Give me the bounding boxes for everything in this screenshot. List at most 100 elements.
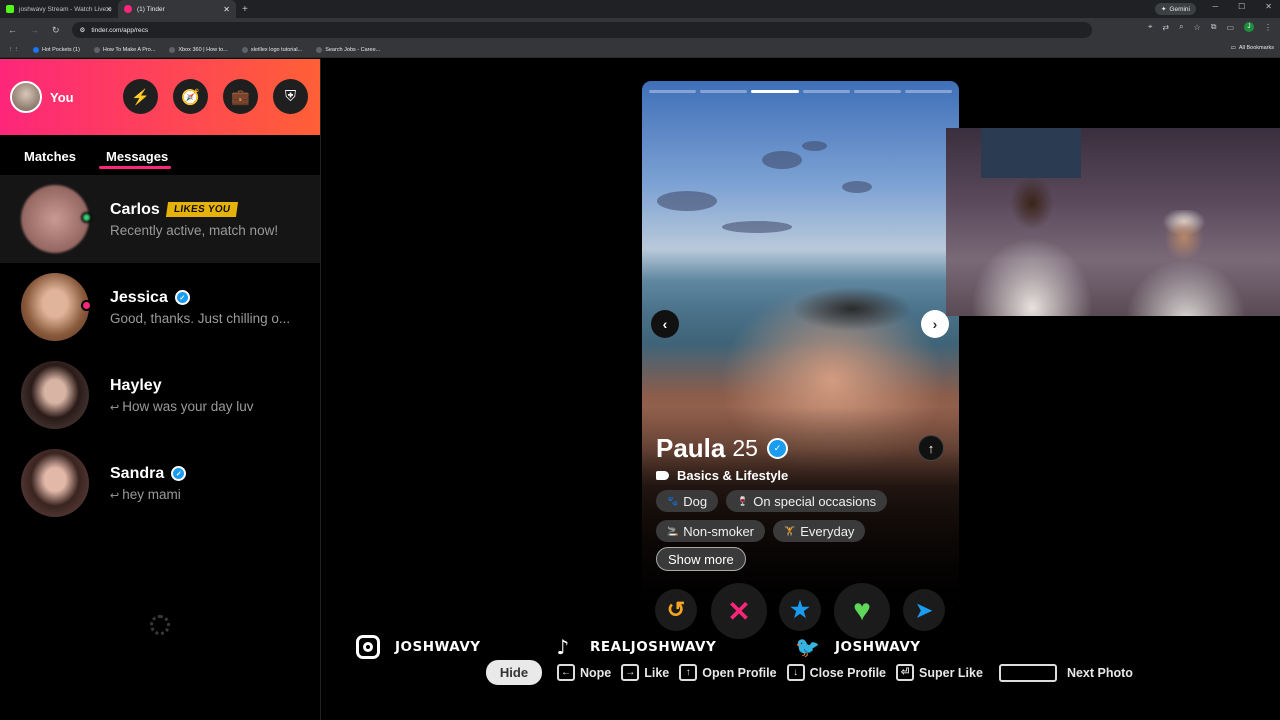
close-tab-icon[interactable]: ✕ [223,5,230,14]
conversation-sandra[interactable]: Sandra ✓ ↩ hey mami [0,439,320,527]
space-key-icon [998,663,1057,682]
instagram-icon [355,634,381,660]
down-key-icon: ↓ [786,664,805,681]
maximize-icon[interactable]: ☐ [1238,2,1245,11]
bookmark-item[interactable]: Hot Pockets (1) [33,46,80,53]
minimize-icon[interactable]: ─ [1212,2,1218,11]
open-profile-arrow-icon[interactable]: ↑ [918,435,944,461]
enter-key-icon: ⏎ [896,664,915,681]
tab-messages[interactable]: Messages [99,147,172,175]
my-profile-avatar[interactable] [10,81,42,113]
gemini-button[interactable]: ✦ Gemini [1154,3,1196,15]
toolbar-icons: ⌖ ⇄ ⌕ ☆ ⧉ ▭ J ⋮ [1148,22,1272,32]
bookmark-item[interactable]: How To Make A Pro... [93,46,155,53]
extensions-icon[interactable]: ⧉ [1211,22,1217,32]
explore-compass-icon[interactable]: 🧭 [173,79,208,114]
profile-name: Paula [656,433,726,463]
online-status-dot [81,212,92,223]
conversation-preview: Recently active, match now! [110,222,279,238]
twitter-icon: 🐦 [795,635,821,659]
next-photo-button[interactable]: › [921,310,949,338]
reply-arrow-icon: ↩ [110,489,120,502]
tiktok-handle: REALJOSHWAVY [590,639,717,655]
hide-button[interactable]: Hide [486,660,542,685]
nope-button[interactable]: ✕ [711,583,767,639]
close-tab-icon[interactable]: ✕ [105,5,112,14]
conversation-jessica[interactable]: Jessica ✓ Good, thanks. Just chilling o.… [0,263,320,351]
shortcut-like: → Like [621,664,669,681]
conversation-carlos[interactable]: Carlos LIKES YOU Recently active, match … [0,175,320,263]
zoom-icon[interactable]: ⌕ [1179,22,1183,32]
new-tab-button[interactable]: + [242,4,248,15]
up-key-icon: ↑ [679,664,698,681]
verified-icon: ✓ [171,466,187,481]
boost-bolt-icon[interactable]: ⚡ [123,79,158,114]
sidebar-header: You ⚡ 🧭 💼 ⛨ [0,59,320,135]
chip-workout: 🏋 Everyday [773,520,866,542]
verified-icon: ✓ [766,438,788,459]
gemini-label: Gemini [1169,5,1190,13]
site-info-icon[interactable]: ⚙ [80,26,86,34]
translate-icon[interactable]: ⇄ [1162,23,1169,32]
webcam-overlay [946,128,1280,316]
sidepanel-icon[interactable]: ▭ [1226,23,1234,32]
shortcut-open-profile: ↑ Open Profile [679,664,777,681]
conversation-name: Jessica [110,288,168,306]
profile-avatar[interactable]: J [1244,22,1254,32]
all-bookmarks[interactable]: ▭ All Bookmarks [1231,45,1274,51]
location-icon[interactable]: ⌖ [1148,22,1153,32]
cigarette-icon: 🚬 [667,525,679,536]
instagram-handle: JOSHWAVY [395,639,481,655]
likes-you-badge: LIKES YOU [165,202,239,217]
photo-progress-segment [802,90,850,93]
conversation-preview: How was your day luv [122,398,254,414]
status-dot [81,300,92,311]
rewind-button[interactable]: ↺ [655,589,697,631]
stream-socials: JOSHWAVY ♪ REALJOSHWAVY 🐦 JOSHWAVY [355,634,921,660]
keyboard-shortcuts: Hide ← Nope → Like ↑ Open Profile ↓ Close Pr… [486,660,1133,685]
browser-tab-tinder[interactable]: (1) Tinder ✕ [118,0,236,18]
section-title: Basics & Lifestyle [677,468,789,483]
chip-smoking: 🚬 Non-smoker [656,520,766,542]
tab-title: joshwavy Stream - Watch Live o [19,5,112,13]
browser-tab-kick[interactable]: joshwavy Stream - Watch Live o ✕ [0,0,118,18]
like-button[interactable]: ♥ [834,583,890,639]
conversation-name: Carlos [110,200,160,218]
kick-favicon-icon [6,5,14,13]
super-like-button[interactable]: ★ [779,589,821,631]
briefcase-icon[interactable]: 💼 [223,79,258,114]
conversation-hayley[interactable]: Hayley ↩ How was your day luv [0,351,320,439]
conversation-preview: Good, thanks. Just chilling o... [110,310,291,326]
bookmark-star-icon[interactable]: ☆ [1194,23,1201,32]
left-key-icon: ← [557,664,575,681]
right-key-icon: → [621,664,640,681]
close-window-icon[interactable]: ✕ [1265,2,1272,11]
url-bar[interactable]: ⚙ tinder.com/app/recs [71,22,1092,38]
show-more-button[interactable]: Show more [656,547,746,571]
next-photo-label: Next Photo [1066,665,1133,680]
safety-shield-icon[interactable]: ⛨ [273,79,308,114]
bookmark-item[interactable]: skrillex logo tutorial... [241,46,302,53]
bookmark-item[interactable]: Xbox 360 | How to... [169,46,228,53]
sparkle-icon: ✦ [1160,6,1167,13]
forward-icon[interactable]: → [30,25,39,36]
url-text: tinder.com/app/recs [91,26,149,34]
menu-icon[interactable]: ⋮ [1264,23,1272,32]
lifestyle-chips: 🐾 Dog 🍷 On special occasions 🚬 Non-smoker 🏋… [656,490,946,542]
back-icon[interactable]: ← [8,25,17,36]
tab-title: (1) Tinder [137,5,165,13]
apps-icon[interactable]: ⋮⋮ [8,47,19,53]
you-label[interactable]: You [50,90,74,105]
avatar [21,361,89,429]
tiktok-icon: ♪ [556,635,570,659]
previous-photo-button[interactable]: ‹ [651,310,679,338]
boost-button[interactable]: ➤ [903,589,945,631]
tag-icon [656,471,669,480]
reload-icon[interactable]: ↻ [52,25,60,36]
bookmark-item[interactable]: Search Jobs - Caree... [316,46,380,53]
streamer-person [972,168,1092,316]
verified-icon: ✓ [174,290,190,305]
tab-matches[interactable]: Matches [24,147,76,175]
conversation-name: Sandra [110,464,165,482]
profile-card[interactable]: ‹ › Paula 25 ✓ ↑ Basics & Lifestyle 🐾 Dog… [642,81,959,607]
